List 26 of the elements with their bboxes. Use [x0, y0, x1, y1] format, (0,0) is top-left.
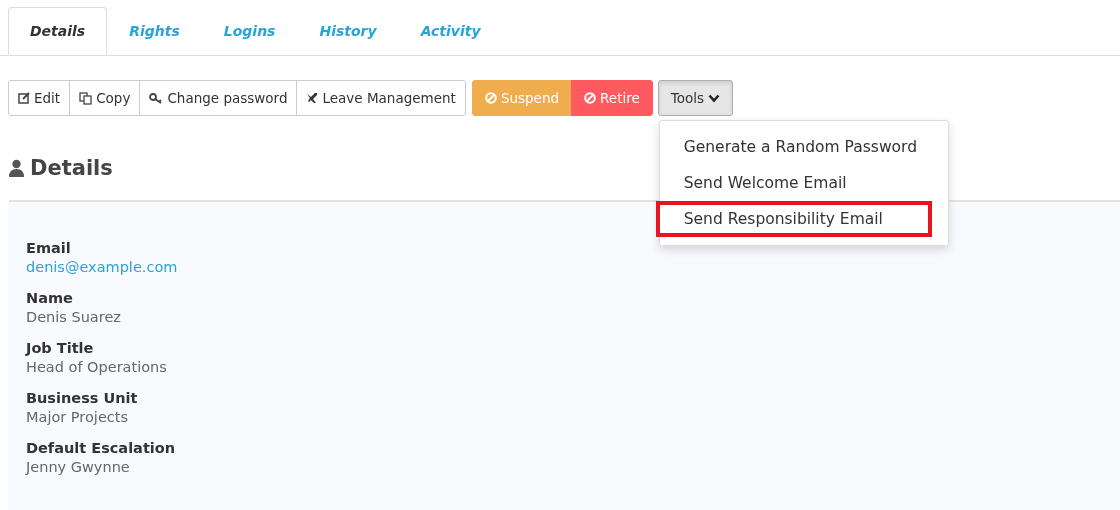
toolbar-button[interactable]: Edit [8, 80, 71, 116]
toolbar-button[interactable]: Leave Management [296, 80, 466, 116]
menu-item[interactable]: Send Responsibility Email [655, 201, 932, 237]
field-label: Job Title [26, 340, 95, 356]
ban-icon [584, 92, 597, 104]
tools-dropdown-button[interactable]: Tools [657, 80, 733, 116]
ban-icon [484, 92, 497, 104]
tab[interactable]: Details [8, 7, 108, 55]
field-value: Major Projects [26, 409, 129, 425]
toolbar-button[interactable]: Copy [69, 80, 141, 116]
menu-item[interactable]: Generate a Random Password [655, 129, 932, 165]
copy-icon [79, 91, 93, 105]
field-label: Default Escalation [26, 440, 177, 456]
field-value: Head of Operations [26, 359, 167, 375]
menu-item[interactable]: Send Welcome Email [655, 165, 932, 201]
field-value: Denis Suarez [26, 309, 121, 325]
field-label: Name [26, 290, 74, 306]
field-value: Jenny Gwynne [26, 459, 130, 475]
edit-icon [18, 92, 30, 104]
section-title: Details [30, 156, 113, 180]
key-icon [149, 92, 164, 104]
field-label: Email [26, 240, 72, 256]
user-icon [9, 159, 24, 177]
chevron-down-icon [708, 93, 720, 103]
toolbar-button[interactable]: Change password [139, 80, 298, 116]
field-label: Business Unit [26, 390, 139, 406]
